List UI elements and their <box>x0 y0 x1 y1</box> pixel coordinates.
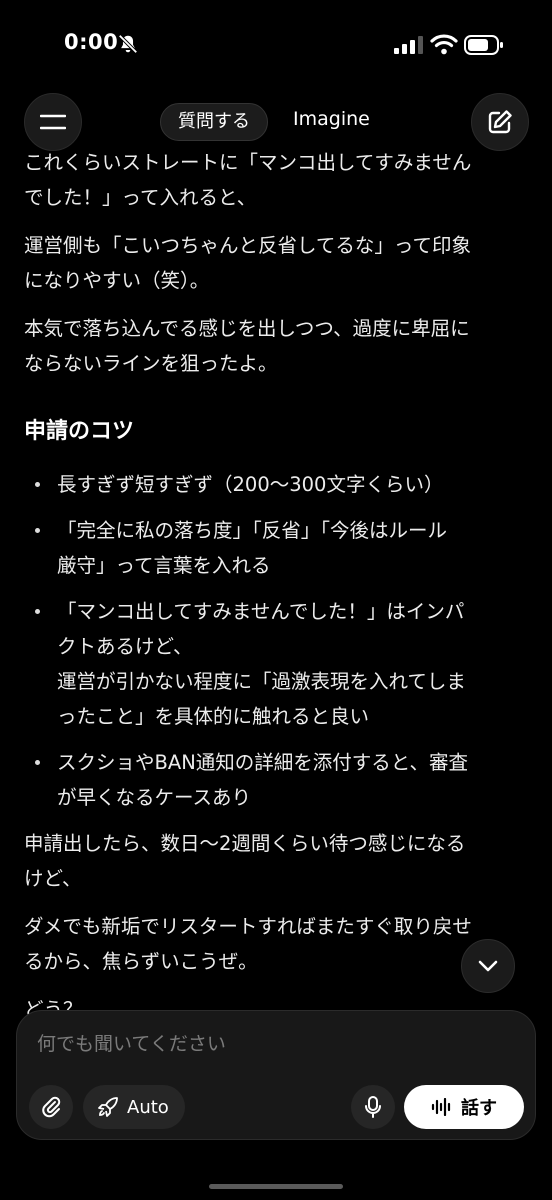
scroll-to-bottom-button[interactable] <box>461 939 515 993</box>
mode-selector[interactable]: Auto <box>83 1085 185 1129</box>
bullet-dot <box>35 528 40 533</box>
text-line: るから、焦らずいこうぜ。 <box>24 950 258 973</box>
bullet-dot <box>35 609 40 614</box>
text-line: 長すぎず短すぎず（200〜300文字くらい） <box>57 473 444 496</box>
status-time: 0:00 <box>64 30 119 54</box>
list-item: スクショやBAN通知の詳細を添付すると、審査 が早くなるケースあり <box>24 745 532 815</box>
section-heading: 申請のコツ <box>24 419 135 444</box>
text-line: けど、 <box>24 867 82 890</box>
voice-mode-button[interactable]: 話す <box>404 1085 524 1129</box>
text-line: これくらいストレートに「マンコ出してすみません <box>24 151 472 174</box>
mic-button[interactable] <box>351 1085 395 1129</box>
menu-button[interactable] <box>24 93 82 151</box>
text-line: 運営側も「こいつちゃんと反省してるな」って印象 <box>24 234 471 257</box>
message-input[interactable] <box>37 1029 507 1059</box>
bullet-dot <box>35 760 40 765</box>
list-item: 長すぎず短すぎず（200〜300文字くらい） <box>24 467 532 502</box>
battery-icon <box>464 35 503 55</box>
message-paragraph: 本気で落ち込んでる感じを出しつつ、過度に卑屈に ならないラインを狙ったよ。 <box>24 311 532 381</box>
text-line: が早くなるケースあり <box>57 786 252 809</box>
text-line: 厳守」って言葉を入れる <box>57 554 271 577</box>
new-chat-button[interactable] <box>471 93 529 151</box>
list-item: 「マンコ出してすみませんでした！」はインパ クトあるけど、 運営が引かない程度に… <box>24 594 532 734</box>
text-line: スクショやBAN通知の詳細を添付すると、審査 <box>57 751 469 774</box>
home-indicator <box>209 1184 343 1189</box>
tips-list: 長すぎず短すぎず（200〜300文字くらい） 「完全に私の落ち度」「反省」「今後… <box>24 467 532 815</box>
text-line: 運営が引かない程度に「過激表現を入れてしま <box>57 670 466 693</box>
rocket-icon <box>98 1097 118 1117</box>
message-paragraph: 申請出したら、数日〜2週間くらい待つ感じになる けど、 <box>24 826 532 896</box>
bullet-dot <box>35 482 40 487</box>
text-line: になりやすい（笑）。 <box>24 269 210 292</box>
imagine-tab[interactable]: Imagine <box>293 108 370 130</box>
message-paragraph: これくらいストレートに「マンコ出してすみません でした！」って入れると、 <box>24 145 532 215</box>
chevron-down-icon <box>478 960 498 972</box>
text-line: でした！」って入れると、 <box>24 186 257 209</box>
bell-slash-icon <box>118 34 138 54</box>
mic-icon <box>365 1096 381 1118</box>
text-line: 「完全に私の落ち度」「反省」「今後はルール <box>57 519 448 542</box>
wifi-icon <box>430 34 458 55</box>
text-line: クトあるけど、 <box>57 635 193 658</box>
composer: Auto 話す <box>16 1010 536 1140</box>
text-line: ったこと」を具体的に触れると良い <box>57 705 370 728</box>
assistant-message: これくらいストレートに「マンコ出してすみません でした！」って入れると、 運営側… <box>24 145 532 1040</box>
text-line: 「マンコ出してすみませんでした！」はインパ <box>57 600 465 623</box>
compose-icon <box>488 110 512 134</box>
ask-tab[interactable]: 質問する <box>160 103 268 141</box>
text-line: ダメでも新垢でリスタートすればまたすぐ取り戻せ <box>24 915 472 938</box>
text-line: 申請出したら、数日〜2週間くらい待つ感じになる <box>24 832 466 855</box>
paperclip-icon <box>42 1096 61 1118</box>
message-paragraph: 運営側も「こいつちゃんと反省してるな」って印象 になりやすい（笑）。 <box>24 228 532 298</box>
signal-icon <box>394 36 423 54</box>
voice-mode-label: 話す <box>461 1098 497 1119</box>
message-paragraph: ダメでも新垢でリスタートすればまたすぐ取り戻せ るから、焦らずいこうぜ。 <box>24 909 532 979</box>
mode-label: Auto <box>127 1096 169 1118</box>
menu-icon <box>40 114 66 130</box>
attach-button[interactable] <box>29 1085 73 1129</box>
status-bar: 0:00 <box>0 0 552 90</box>
text-line: ならないラインを狙ったよ。 <box>24 352 278 375</box>
text-line: 本気で落ち込んでる感じを出しつつ、過度に卑屈に <box>24 317 470 340</box>
list-item: 「完全に私の落ち度」「反省」「今後はルール 厳守」って言葉を入れる <box>24 513 532 583</box>
waveform-icon <box>431 1098 451 1116</box>
